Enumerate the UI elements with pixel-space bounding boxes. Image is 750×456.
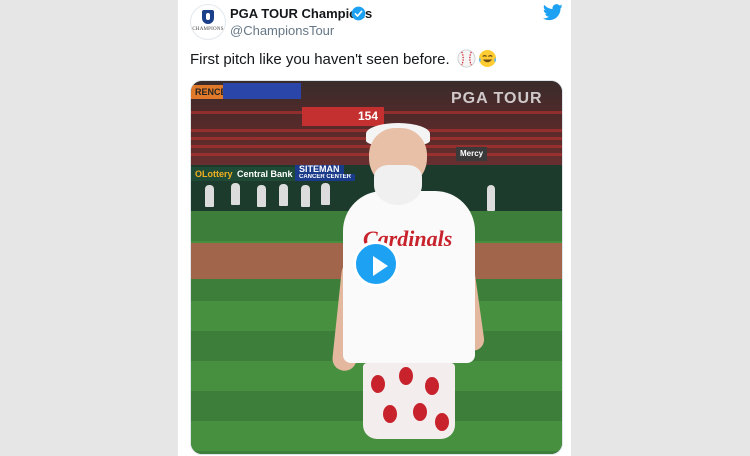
tears-of-joy-emoji-icon: [478, 49, 497, 68]
avatar[interactable]: CHAMPIONS: [190, 4, 226, 40]
pga-tour-logo-icon: [202, 10, 214, 24]
lottery-sign: OLottery: [191, 167, 237, 181]
pga-tour-watermark: PGA TOUR: [451, 90, 543, 107]
siteman-sign: SITEMAN: [295, 165, 344, 174]
play-button-icon[interactable]: [353, 241, 399, 287]
verified-badge-icon: [351, 6, 366, 21]
baseball-emoji-icon: [457, 49, 476, 68]
patterned-shorts: [363, 363, 455, 439]
ribbon-board: [223, 83, 301, 99]
author-handle[interactable]: @ChampionsTour: [230, 23, 334, 38]
scoreboard: 154: [302, 107, 384, 126]
dugout-player: [301, 185, 310, 207]
tweet-card: CHAMPIONS PGA TOUR Champions @ChampionsT…: [178, 0, 571, 456]
dugout-player: [279, 184, 288, 206]
field-player: [487, 185, 495, 211]
video-player[interactable]: RENCE 154 PGA TOUR Mercy OLottery Centra…: [190, 80, 563, 455]
dugout-player: [321, 183, 330, 205]
avatar-wordmark: CHAMPIONS: [192, 27, 224, 32]
twitter-bird-icon[interactable]: [543, 4, 563, 21]
dugout-player: [205, 185, 214, 207]
beard: [374, 165, 422, 205]
dugout-player: [257, 185, 266, 207]
tweet-text: First pitch like you haven't seen before…: [190, 51, 450, 68]
mercy-sign: Mercy: [456, 147, 488, 161]
dugout-player: [231, 183, 240, 205]
siteman-sub-sign: CANCER CENTER: [295, 174, 356, 181]
central-bank-sign: Central Bank: [233, 167, 297, 181]
